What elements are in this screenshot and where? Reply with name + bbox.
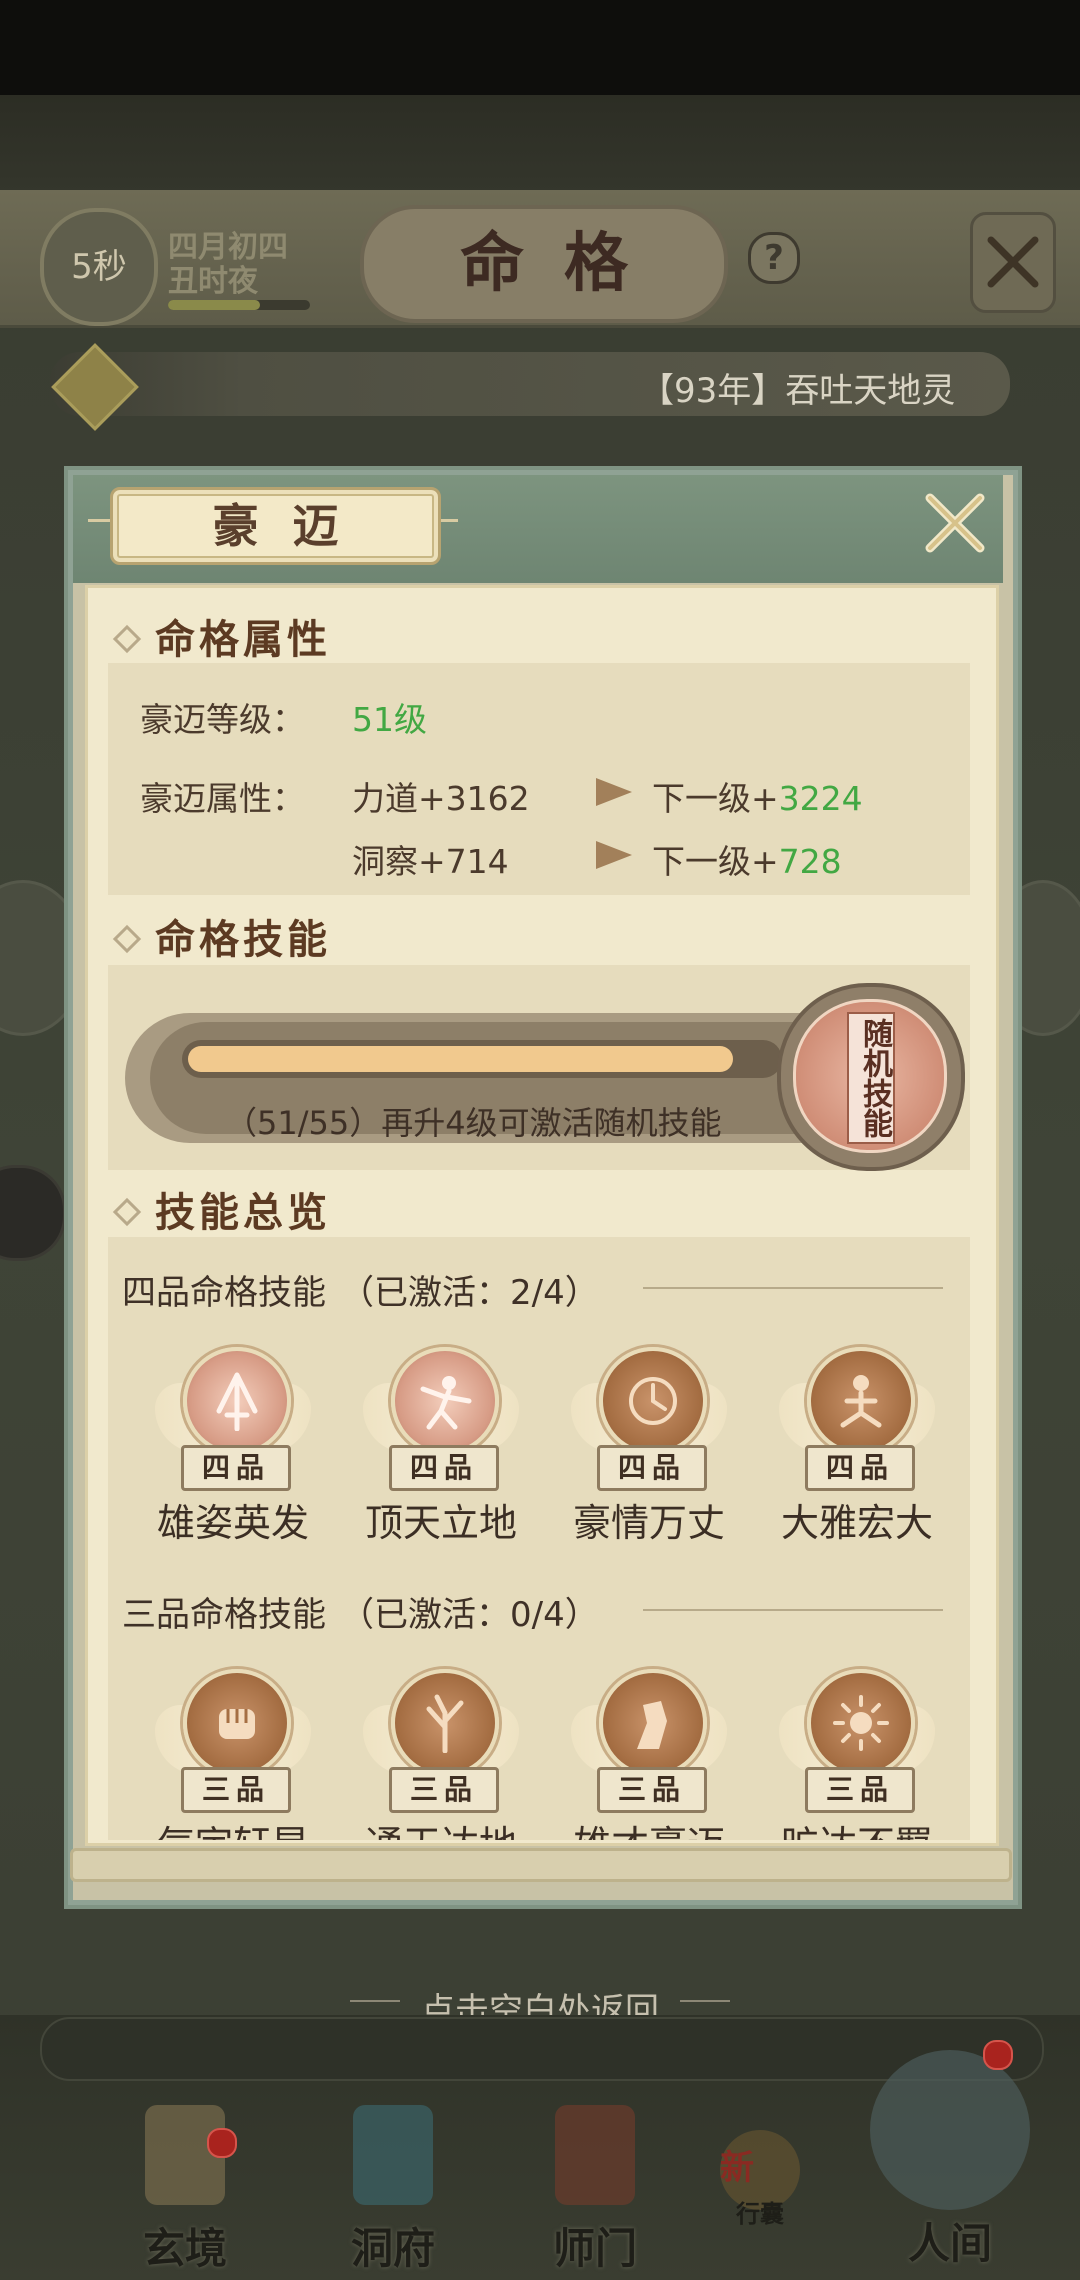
- notice-text: 【93年】吞吐天地灵: [640, 371, 956, 411]
- attr-strength: 力道+3162: [352, 779, 530, 818]
- overview-panel: 四品命格技能 （已激活：2/4） 四品 雄姿英发 四品 顶天立地 四品 豪情万丈 …: [108, 1237, 970, 1840]
- sage-glyph: [840, 1375, 882, 1428]
- nav-label: 洞府: [350, 2224, 435, 2273]
- skill-grade: 三品: [597, 1767, 707, 1813]
- nav-item-xingnang[interactable]: 新 行囊: [700, 2120, 820, 2260]
- tree-glyph: [426, 1694, 464, 1753]
- trident-glyph: [216, 1372, 258, 1431]
- skill-name: 大雅宏大: [780, 1501, 933, 1545]
- skill-grade: 四品: [181, 1445, 291, 1491]
- level-label: 豪迈等级：: [140, 700, 305, 739]
- group-title: 三品命格技能 （已激活：0/4）: [122, 1587, 599, 1636]
- skill-item[interactable]: 四品 大雅宏大: [767, 1347, 947, 1545]
- nav-label: 行囊: [736, 2200, 784, 2228]
- skill-item[interactable]: 四品 顶天立地: [351, 1347, 531, 1545]
- skill-grade: 三品: [389, 1767, 499, 1813]
- nav-label: 人间: [907, 2219, 992, 2268]
- skill-name: 雄才豪迈: [549, 1814, 749, 1840]
- question-icon[interactable]: ?: [748, 232, 800, 284]
- clock-icon: [599, 1347, 707, 1455]
- skill-item[interactable]: 四品 雄姿英发: [143, 1347, 323, 1545]
- skill-progress-text: （51/55）再升4级可激活随机技能: [225, 1104, 722, 1142]
- group-name: 三品命格技能: [122, 1595, 326, 1635]
- skill-item[interactable]: 三品 雄才豪迈: [559, 1669, 739, 1840]
- divider: [643, 1287, 943, 1289]
- skill-name: 顶天立地: [364, 1501, 517, 1545]
- nav-item-renjian[interactable]: 人间: [860, 2050, 1040, 2270]
- notification-dot: [983, 2040, 1013, 2070]
- timer-badge: 5秒: [40, 208, 158, 326]
- sun-glyph: [833, 1695, 889, 1751]
- warrior-glyph: [420, 1376, 472, 1430]
- arrow-right-icon: [596, 778, 632, 806]
- dialog-title: 豪迈: [110, 487, 441, 565]
- section-title-attributes: 命格属性: [155, 616, 331, 663]
- new-badge: 新: [720, 2148, 754, 2188]
- skill-name: 雄姿英发: [156, 1501, 309, 1545]
- skill-name: 豪情万丈: [572, 1501, 725, 1545]
- skill-item[interactable]: 四品 豪情万丈: [559, 1347, 739, 1545]
- skill-progress-bar: [182, 1040, 782, 1078]
- next-level-value: 3224: [778, 779, 863, 818]
- close-x-glyph: [987, 236, 1039, 288]
- page-title: 命格: [360, 205, 728, 323]
- next-level-strength: 下一级+3224: [652, 772, 863, 820]
- notification-dot: [207, 2128, 237, 2158]
- nav-label: 师门: [552, 2224, 637, 2273]
- skill-grade: 四品: [597, 1445, 707, 1491]
- skill-item[interactable]: 三品 通天达地: [351, 1669, 531, 1840]
- skill-name: 气宇轩昂: [133, 1814, 333, 1840]
- next-level-value: 728: [778, 842, 842, 881]
- warrior-icon: [391, 1347, 499, 1455]
- nav-item-dongfu[interactable]: 洞府: [318, 2085, 468, 2275]
- skill-name: 通天达地: [341, 1814, 541, 1840]
- fist-glyph: [219, 1709, 255, 1739]
- sage-icon: [807, 1347, 915, 1455]
- section-title-overview: 技能总览: [155, 1189, 331, 1236]
- skill-item[interactable]: 三品 气宇轩昂: [143, 1669, 323, 1840]
- close-x-glyph: [925, 493, 985, 553]
- divider: [643, 1609, 943, 1611]
- nav-item-xuanjing[interactable]: 玄境: [110, 2085, 260, 2275]
- next-level-prefix: 下一级+: [652, 779, 779, 818]
- scroll-rod: [70, 1848, 1012, 1882]
- sun-icon: [807, 1669, 915, 1777]
- level-value: 51级: [352, 700, 427, 739]
- close-icon[interactable]: [970, 212, 1056, 313]
- skill-grade: 三品: [805, 1767, 915, 1813]
- clock-glyph: [629, 1377, 677, 1425]
- arm-icon: [599, 1669, 707, 1777]
- nav-item-shimen[interactable]: 师门: [520, 2085, 670, 2275]
- next-level-insight: 下一级+728: [652, 835, 842, 883]
- section-title-skill: 命格技能: [155, 916, 331, 963]
- arrow-right-icon: [596, 841, 632, 869]
- skill-progress-fill: [188, 1046, 733, 1072]
- group-name: 四品命格技能: [122, 1273, 326, 1313]
- skill-grade: 三品: [181, 1767, 291, 1813]
- banner-icon: [555, 2105, 635, 2205]
- time-progress: [168, 300, 310, 310]
- time-progress-fill: [168, 300, 260, 310]
- trident-icon: [183, 1347, 291, 1455]
- fist-icon: [183, 1669, 291, 1777]
- random-skill-label: 随机技能: [847, 1012, 895, 1144]
- pavilion-icon: [353, 2105, 433, 2205]
- skill-grade: 四品: [389, 1445, 499, 1491]
- group-title: 四品命格技能 （已激活：2/4）: [122, 1265, 599, 1314]
- tree-icon: [391, 1669, 499, 1777]
- close-icon[interactable]: [920, 488, 990, 558]
- next-level-prefix: 下一级+: [652, 842, 779, 881]
- arm-glyph: [637, 1701, 667, 1749]
- group-status: （已激活：0/4）: [340, 1595, 599, 1635]
- time-line: 丑时夜: [168, 264, 258, 299]
- skill-name: 旷达不羁: [757, 1814, 957, 1840]
- skill-grade: 四品: [805, 1445, 915, 1491]
- attr-label: 豪迈属性：: [140, 779, 305, 818]
- group-status: （已激活：2/4）: [340, 1273, 599, 1313]
- skill-item[interactable]: 三品 旷达不羁: [767, 1669, 947, 1840]
- attr-insight: 洞察+714: [352, 842, 509, 881]
- nav-label: 玄境: [142, 2224, 227, 2273]
- landscape-icon: [870, 2050, 1030, 2210]
